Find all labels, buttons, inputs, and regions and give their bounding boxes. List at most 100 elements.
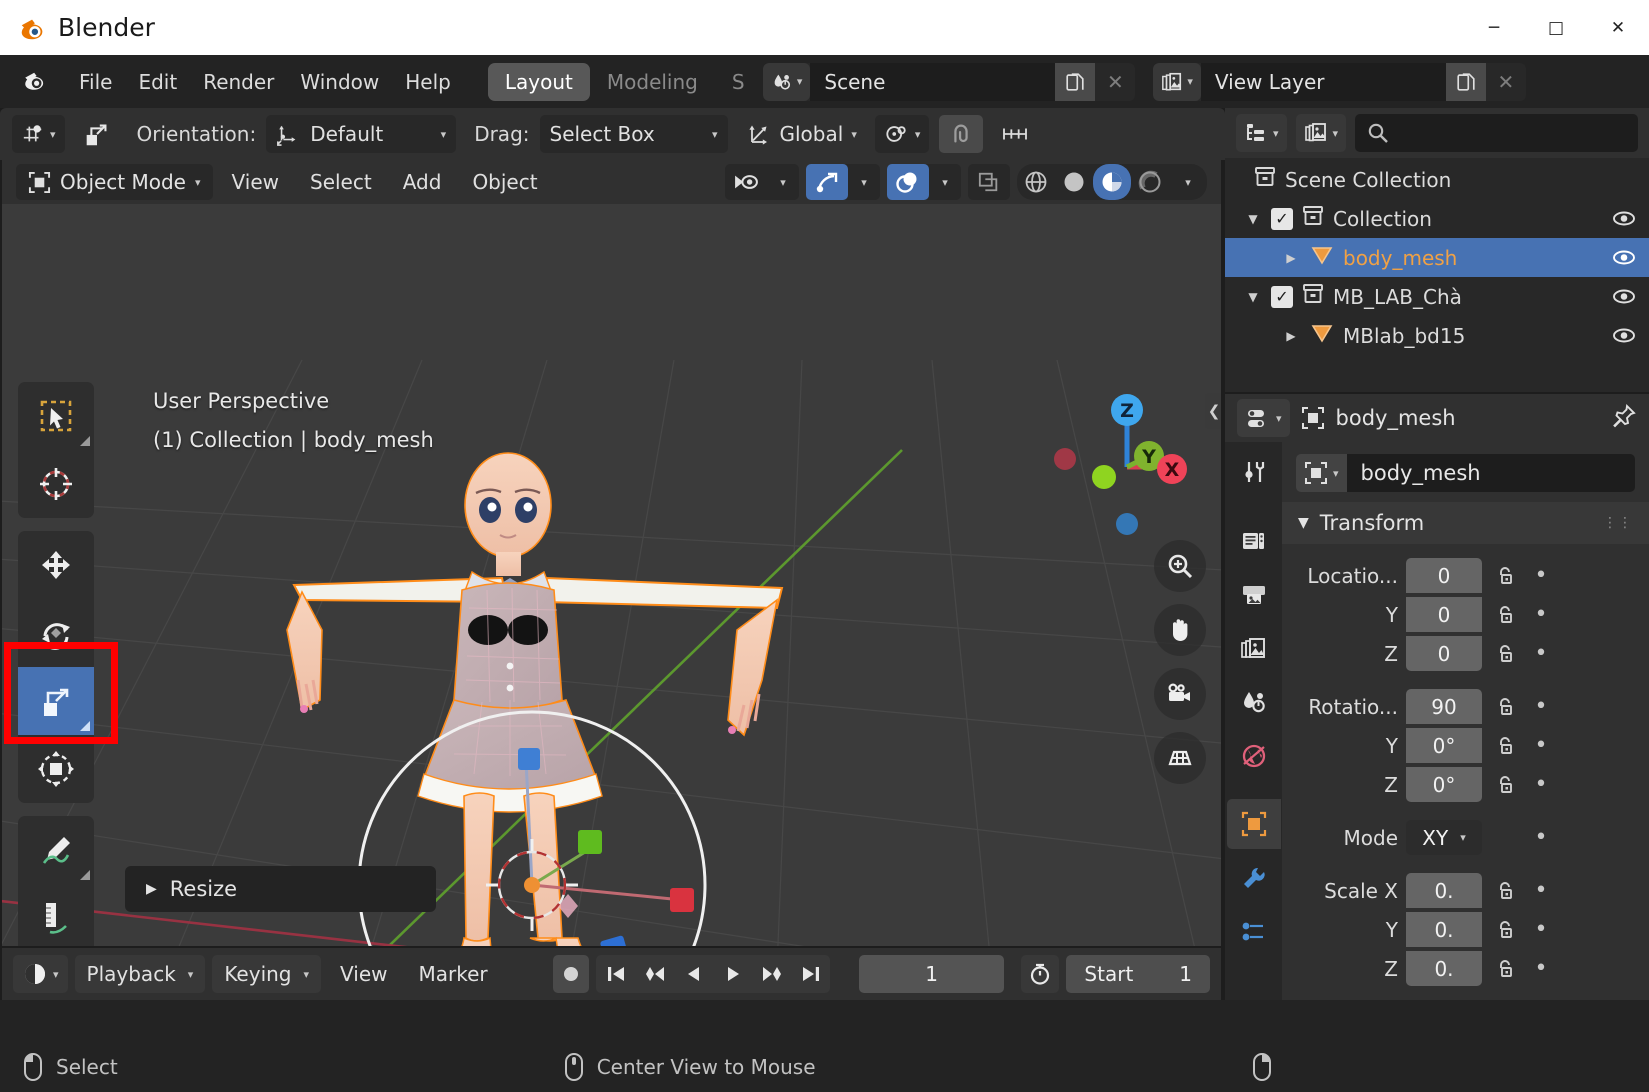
outliner-search-input[interactable] xyxy=(1355,114,1638,152)
transform-orientation-dropdown[interactable]: Global ▾ xyxy=(738,115,865,153)
lock-open-icon[interactable] xyxy=(1490,774,1520,796)
location-z-field[interactable]: 0 xyxy=(1406,636,1482,671)
snap-toggle-button[interactable] xyxy=(939,115,983,153)
eye-icon[interactable] xyxy=(1611,288,1637,305)
disclosure-triangle-icon[interactable]: ▶ xyxy=(1281,329,1301,343)
animate-property-icon[interactable]: • xyxy=(1528,878,1554,903)
close-button[interactable]: ✕ xyxy=(1587,0,1649,55)
snap-mode-button[interactable]: ▾ xyxy=(12,115,65,153)
lock-open-icon[interactable] xyxy=(1490,604,1520,626)
scale-z-field[interactable]: 0. xyxy=(1406,951,1482,986)
location-x-field[interactable]: 0 xyxy=(1406,558,1482,593)
pan-hand-icon[interactable] xyxy=(1154,604,1206,656)
disclosure-triangle-icon[interactable]: ▶ xyxy=(1281,251,1301,265)
tab-object[interactable] xyxy=(1227,799,1281,849)
outliner-row-mblab-collection[interactable]: ▼ ✓ MB_LAB_Chà xyxy=(1225,277,1649,316)
use-preview-range-icon[interactable] xyxy=(1021,955,1060,993)
tool-cursor[interactable] xyxy=(18,450,94,518)
remove-viewlayer-button[interactable]: ✕ xyxy=(1486,63,1526,101)
prev-keyframe-icon[interactable] xyxy=(635,955,674,993)
timeline-menu-view[interactable]: View xyxy=(328,957,399,991)
tab-world[interactable] xyxy=(1227,731,1281,781)
auto-keying-button[interactable] xyxy=(553,955,590,993)
shading-material-preview-icon[interactable] xyxy=(1093,164,1131,200)
animate-property-icon[interactable]: • xyxy=(1528,602,1554,627)
unlink-scene-button[interactable]: ✕ xyxy=(1095,63,1135,101)
animate-property-icon[interactable]: • xyxy=(1528,563,1554,588)
timeline-menu-marker[interactable]: Marker xyxy=(407,957,500,991)
tab-layout[interactable]: Layout xyxy=(488,63,590,101)
new-viewlayer-button[interactable] xyxy=(1446,63,1486,101)
viewport-menu-add[interactable]: Add xyxy=(391,165,454,199)
start-frame-field[interactable]: Start 1 xyxy=(1066,955,1210,993)
lock-open-icon[interactable] xyxy=(1490,735,1520,757)
pivot-point-button[interactable]: ▾ xyxy=(875,115,930,153)
tab-tool[interactable] xyxy=(1227,447,1281,497)
keying-dropdown[interactable]: Keying ▾ xyxy=(212,955,321,993)
blender-menu-icon[interactable] xyxy=(22,67,48,97)
viewport-canvas[interactable] xyxy=(2,160,1221,946)
camera-view-icon[interactable] xyxy=(1154,668,1206,720)
maximize-button[interactable]: □ xyxy=(1525,0,1587,55)
gizmo-dropdown[interactable]: ▾ xyxy=(848,164,880,200)
play-reverse-icon[interactable] xyxy=(674,955,713,993)
menu-render[interactable]: Render xyxy=(190,65,287,99)
properties-editor-type-button[interactable]: ▾ xyxy=(1237,399,1290,437)
viewport-menu-select[interactable]: Select xyxy=(298,165,384,199)
visibility-dropdown[interactable]: ▾ xyxy=(767,164,799,200)
toggle-orthographic-icon[interactable] xyxy=(1154,732,1206,784)
disclosure-triangle-icon[interactable]: ▼ xyxy=(1298,515,1309,531)
viewport-menu-view[interactable]: View xyxy=(220,165,291,199)
shading-rendered-icon[interactable] xyxy=(1131,164,1169,200)
eye-icon[interactable] xyxy=(1611,249,1637,266)
menu-file[interactable]: File xyxy=(66,65,125,99)
proportional-editing-button[interactable] xyxy=(993,115,1037,153)
tool-rotate[interactable] xyxy=(18,599,94,667)
animate-property-icon[interactable]: • xyxy=(1528,641,1554,666)
rotation-y-field[interactable]: 0° xyxy=(1406,728,1482,763)
viewlayer-browse-button[interactable]: ▾ xyxy=(1153,63,1201,101)
menu-help[interactable]: Help xyxy=(392,65,464,99)
tool-measure[interactable] xyxy=(18,884,94,946)
rotation-z-field[interactable]: 0° xyxy=(1406,767,1482,802)
tool-select-box[interactable] xyxy=(18,382,94,450)
rotation-x-field[interactable]: 90 xyxy=(1406,689,1482,724)
tool-annotate[interactable] xyxy=(18,816,94,884)
lock-open-icon[interactable] xyxy=(1490,958,1520,980)
operator-panel[interactable]: ▶ Resize xyxy=(125,866,436,912)
play-icon[interactable] xyxy=(713,955,752,993)
tool-move[interactable] xyxy=(18,531,94,599)
location-y-field[interactable]: 0 xyxy=(1406,597,1482,632)
pin-icon[interactable] xyxy=(1611,403,1637,433)
outliner-row-scene-collection[interactable]: Scene Collection xyxy=(1225,160,1649,199)
new-scene-button[interactable] xyxy=(1055,63,1095,101)
menu-window[interactable]: Window xyxy=(287,65,392,99)
shading-solid-icon[interactable] xyxy=(1055,164,1093,200)
3d-viewport[interactable]: Object Mode ▾ View Select Add Object xyxy=(2,160,1221,946)
eye-icon[interactable] xyxy=(1611,210,1637,227)
shading-wireframe-icon[interactable] xyxy=(1017,164,1055,200)
outliner-row-body-mesh[interactable]: ▶ body_mesh xyxy=(1225,238,1649,277)
next-keyframe-icon[interactable] xyxy=(752,955,791,993)
tab-render[interactable] xyxy=(1227,515,1281,565)
outliner-display-mode-button[interactable]: ▾ xyxy=(1236,114,1287,152)
animate-property-icon[interactable]: • xyxy=(1528,733,1554,758)
tab-output[interactable] xyxy=(1227,569,1281,619)
object-visibility-icon[interactable] xyxy=(725,164,767,200)
jump-to-start-icon[interactable] xyxy=(596,955,635,993)
animate-property-icon[interactable]: • xyxy=(1528,917,1554,942)
tool-transform[interactable] xyxy=(18,735,94,803)
tab-particles[interactable] xyxy=(1227,907,1281,957)
eye-icon[interactable] xyxy=(1611,327,1637,344)
xray-toggle-icon[interactable] xyxy=(968,164,1010,200)
animate-property-icon[interactable]: • xyxy=(1528,772,1554,797)
navigation-gizmo[interactable]: Z Y X xyxy=(1042,382,1212,552)
drag-dropdown[interactable]: Select Box ▾ xyxy=(540,115,728,153)
tab-modeling[interactable]: Modeling xyxy=(590,63,715,101)
animate-property-icon[interactable]: • xyxy=(1528,694,1554,719)
transform-panel-header[interactable]: ▼ Transform ⋮⋮ xyxy=(1282,502,1649,544)
scene-browse-button[interactable]: ▾ xyxy=(763,63,811,101)
interaction-mode-dropdown[interactable]: Object Mode ▾ xyxy=(16,164,213,200)
jump-to-end-icon[interactable] xyxy=(791,955,830,993)
object-browse-button[interactable]: ▾ xyxy=(1296,454,1347,492)
